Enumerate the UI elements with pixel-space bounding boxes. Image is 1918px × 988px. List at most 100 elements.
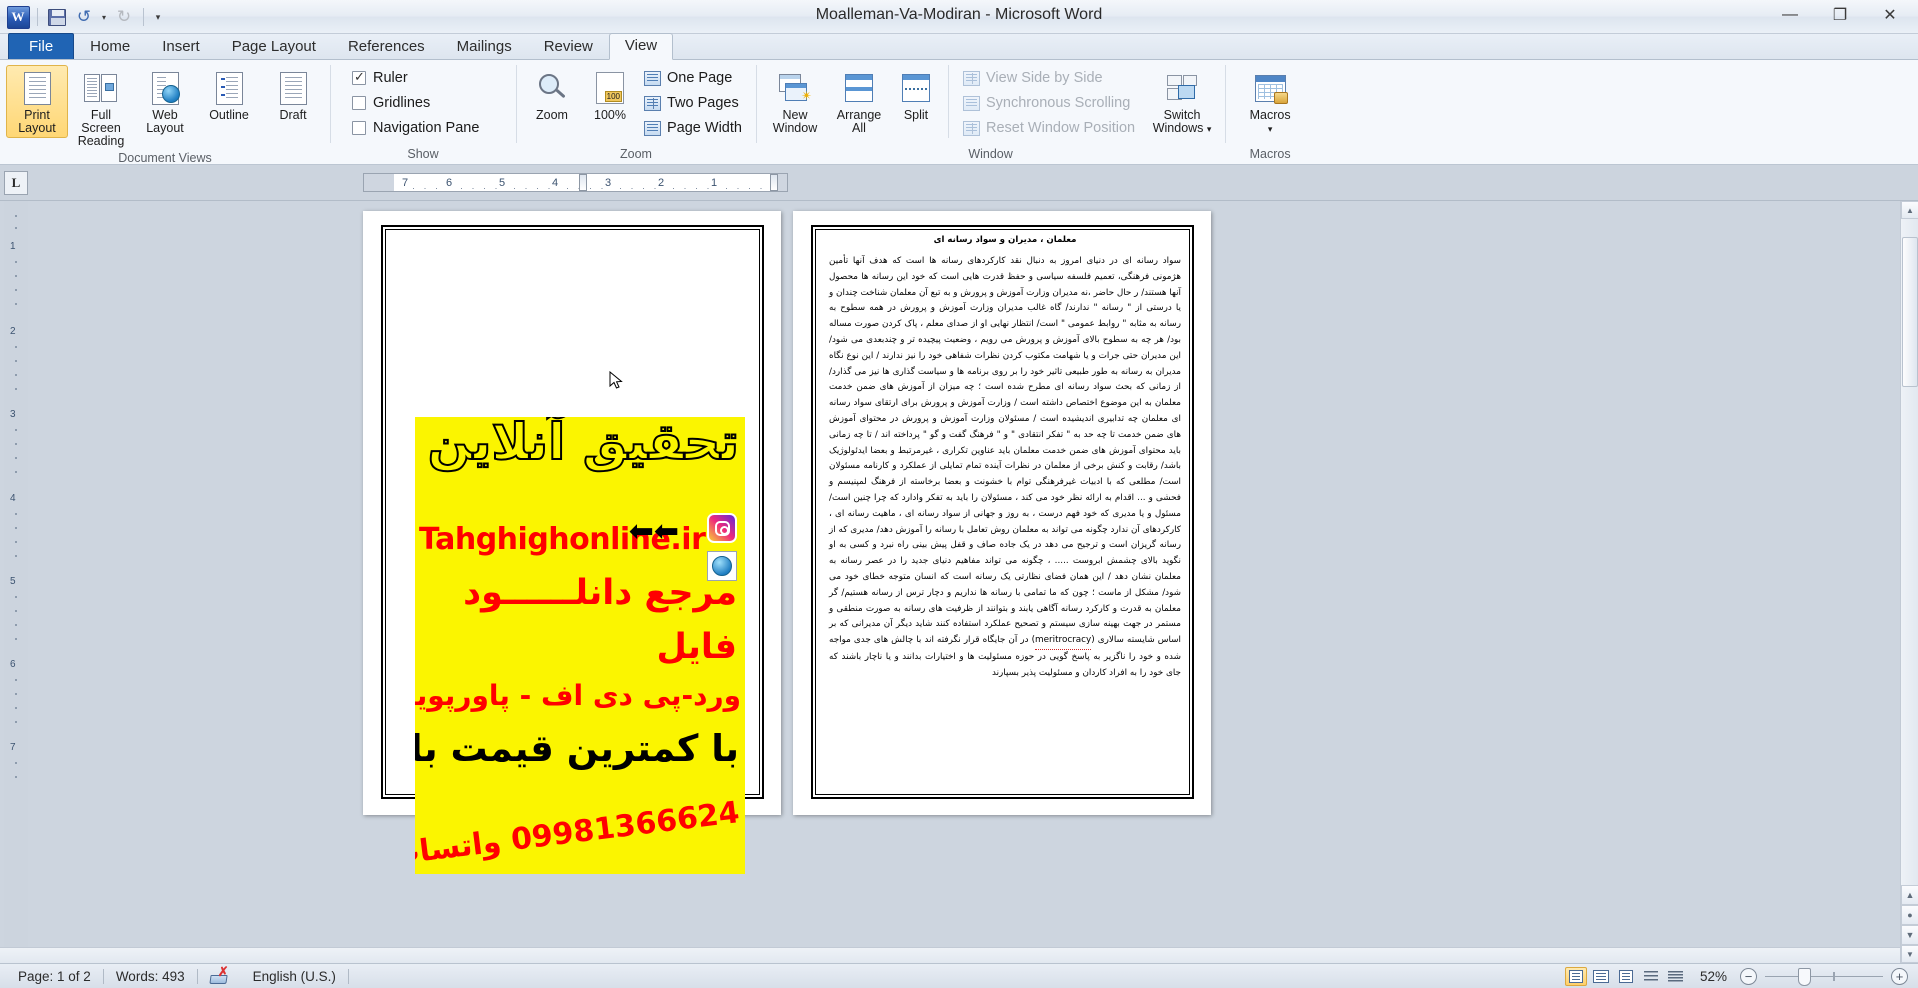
synchronous-scrolling-button[interactable]: Synchronous Scrolling [959,93,1139,113]
status-view-full-screen-reading[interactable] [1590,967,1612,986]
tab-home[interactable]: Home [74,34,146,60]
page2-text-body[interactable]: معلمان ، مدیران و سواد رسانه ای سواد رسا… [829,235,1181,682]
ad-line-3: مرجع دانلــــــود [463,573,737,613]
restore-button[interactable]: ❐ [1818,2,1862,28]
print-layout-label: Print Layout [18,108,56,135]
tab-insert[interactable]: Insert [146,34,216,60]
tab-review[interactable]: Review [528,34,609,60]
meritrocracy-link[interactable]: meritrocracy [1035,633,1092,650]
advertisement-image[interactable]: تحقیق آنلاین Tahghighonline.ir ⬅⬅ مرجع د… [415,417,745,874]
status-view-print-layout[interactable] [1564,966,1587,986]
paragraph-text-before-link: سواد رسانه ای در دنیای امروز به دنبال نق… [829,256,1181,646]
macros-text: Macros [1249,108,1291,122]
ad-line-6: با کمترین قیمت بازار [415,727,739,770]
status-bar-right: 52% − + [1564,966,1912,986]
instagram-icon [707,513,737,543]
scrollbar-thumb[interactable] [1902,237,1918,387]
one-page-label: One Page [667,70,733,86]
print-layout-button[interactable]: Print Layout [6,65,68,138]
full-screen-reading-button[interactable]: Full Screen Reading [70,65,132,151]
switch-windows-label: Switch Windows ▾ [1150,109,1214,136]
draft-label: Draft [279,108,307,122]
group-label-window: Window [968,147,1013,161]
web-layout-button[interactable]: Web Layout [134,65,196,138]
switch-windows-button[interactable]: Switch Windows ▾ [1147,65,1217,139]
view-side-by-side-button[interactable]: View Side by Side [959,68,1139,88]
checkbox-gridlines[interactable]: Gridlines [348,93,434,113]
new-window-button[interactable]: ✴ New Window [764,65,826,138]
spell-check-icon: ✗ [208,965,229,984]
checkbox-navigation-pane-label: Navigation Pane [373,120,480,136]
reset-window-position-label: Reset Window Position [986,120,1136,136]
two-pages-button[interactable]: Two Pages [640,93,748,113]
select-browse-object-button[interactable]: ● [1901,905,1918,925]
language-indicator[interactable]: English (U.S.) [241,966,348,987]
arrange-all-icon [845,70,873,106]
checkbox-icon [352,121,366,135]
right-indent-marker[interactable] [770,174,778,191]
scroll-down-button[interactable]: ▼ [1901,945,1918,963]
tab-page-layout[interactable]: Page Layout [216,34,332,60]
one-page-icon [644,70,661,86]
horizontal-ruler[interactable]: 7 6 5 4 3 2 1 · · · · · · · · · · · · · … [363,173,788,193]
ad-phone: 09981366624 واتساپ [415,795,742,873]
document-page-1[interactable]: تحقیق آنلاین Tahghighonline.ir ⬅⬅ مرجع د… [363,211,781,874]
next-page-button[interactable]: ▼ [1901,925,1918,945]
draft-icon [279,70,307,106]
print-layout-icon [1568,969,1583,983]
tab-mailings[interactable]: Mailings [441,34,528,60]
print-layout-icon [23,70,51,106]
page-indicator[interactable]: Page: 1 of 2 [6,966,103,987]
proofing-status[interactable]: ✗ [198,965,241,987]
tab-file[interactable]: File [8,33,75,60]
window-controls: — ❐ ✕ [1768,2,1912,28]
zoom-slider[interactable] [1765,967,1883,986]
one-page-button[interactable]: One Page [640,68,748,88]
ad-line-5: ورد-پی دی اف - پاورپوینت [415,679,741,712]
macros-icon [1254,70,1288,106]
word-count[interactable]: Words: 493 [104,966,197,987]
horizontal-scrollbar[interactable] [0,947,1900,963]
synchronous-scrolling-icon [963,95,980,111]
status-view-draft[interactable] [1665,967,1687,986]
zoom-in-button[interactable]: + [1891,967,1908,985]
ribbon-group-document-views: Print Layout Full Screen Reading Web Lay… [0,60,330,165]
tab-stop-selector[interactable]: L [4,171,28,195]
page-width-button[interactable]: Page Width [640,118,748,138]
scroll-up-button[interactable]: ▲ [1901,201,1918,219]
two-pages-icon [644,95,661,111]
previous-page-button[interactable]: ▲ [1901,885,1918,905]
status-view-outline[interactable] [1640,967,1662,986]
document-paragraph: سواد رسانه ای در دنیای امروز به دنبال نق… [829,254,1181,682]
split-button[interactable]: Split [892,65,940,125]
web-layout-icon [1618,969,1633,983]
tab-view[interactable]: View [608,33,674,60]
zoom-slider-thumb[interactable] [1798,967,1812,986]
document-page-2[interactable]: معلمان ، مدیران و سواد رسانه ای سواد رسا… [793,211,1211,815]
zoom-100-button[interactable]: 100 100% [582,65,638,125]
zoom-percentage[interactable]: 52% [1690,969,1737,984]
ribbon: Print Layout Full Screen Reading Web Lay… [0,60,1918,165]
checkbox-navigation-pane[interactable]: Navigation Pane [348,118,483,138]
view-side-by-side-icon [963,70,980,86]
minimize-button[interactable]: — [1768,2,1812,28]
outline-button[interactable]: Outline [198,65,260,125]
switch-windows-icon [1167,70,1198,106]
draft-button[interactable]: Draft [262,65,324,125]
close-button[interactable]: ✕ [1868,2,1912,28]
zoom-out-button[interactable]: − [1740,967,1757,985]
checkbox-icon [352,96,366,110]
chevron-down-icon: ▾ [1206,124,1212,134]
left-indent-marker[interactable] [579,174,587,191]
page-container: تحقیق آنلاین Tahghighonline.ir ⬅⬅ مرجع د… [0,201,1900,963]
zoom-button[interactable]: Zoom [524,65,580,125]
checkbox-ruler[interactable]: Ruler [348,68,412,88]
tab-references[interactable]: References [332,34,441,60]
document-canvas[interactable]: 1 2 3 4 5 6 7 تحقیق آنلاین Tahghighonlin… [0,201,1918,963]
vertical-scrollbar[interactable]: ▲ ▲ ● ▼ ▼ [1900,201,1918,963]
status-view-web-layout[interactable] [1615,967,1637,986]
arrange-all-button[interactable]: Arrange All [828,65,890,138]
checkbox-ruler-label: Ruler [373,70,408,86]
macros-button[interactable]: Macros ▾ [1239,65,1301,139]
reset-window-position-button[interactable]: Reset Window Position [959,118,1139,138]
